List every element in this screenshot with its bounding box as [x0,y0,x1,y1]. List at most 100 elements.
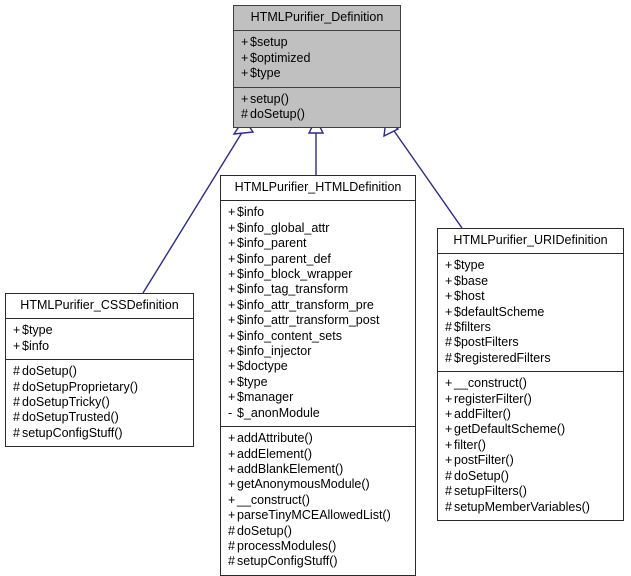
attribute-name: $type [250,66,281,81]
visibility-marker: + [228,236,236,251]
attribute-name: $setup [250,35,288,50]
visibility-marker: # [13,410,20,425]
class-box-htmldefinition[interactable]: HTMLPurifier_HTMLDefinition + $info + $inf… [220,175,416,576]
method-name: addFilter() [454,407,511,422]
visibility-marker: + [445,273,453,288]
method-row: + filter() [445,438,617,453]
method-name: registerFilter() [454,391,532,406]
method-row: # setupConfigStuff() [228,554,409,569]
method-row: # setupConfigStuff() [13,426,187,441]
visibility-marker: + [228,431,236,446]
uml-class-diagram: HTMLPurifier_Definition + $setup + $optimi… [0,0,631,576]
visibility-marker: # [13,395,20,410]
method-name: doSetup() [237,523,292,538]
method-row: + __construct() [445,376,617,391]
method-row: + getAnonymousModule() [228,477,409,492]
method-name: doSetupProprietary() [22,379,139,394]
method-row: # doSetupTrusted() [13,410,187,425]
attribute-name: $info_parent_def [237,251,331,266]
attribute-row: + $info_tag_transform [228,282,409,297]
visibility-marker: # [228,538,235,553]
visibility-marker: + [445,453,453,468]
methods-compartment-definition: + setup() # doSetup() [234,88,400,128]
class-name-definition: HTMLPurifier_Definition [250,10,384,24]
visibility-marker: # [445,484,452,499]
method-row: + addElement() [228,447,409,462]
method-row: + parseTinyMCEAllowedList() [228,508,409,523]
attribute-row: # $filters [445,320,617,335]
attributes-compartment-definition: + $setup + $optimized + $type [234,31,400,86]
visibility-marker: + [228,492,236,507]
visibility-marker: + [445,289,453,304]
method-name: doSetupTricky() [22,395,110,410]
method-name: setupFilters() [454,484,527,499]
method-name: addAttribute() [237,431,313,446]
method-row: # doSetupProprietary() [13,380,187,395]
methods-compartment-cssdefinition: # doSetup() # doSetupProprietary() # doSetu… [6,360,193,446]
visibility-marker: + [228,477,236,492]
attribute-name: $info_injector [237,344,312,359]
attribute-name: $filters [454,320,491,335]
method-name: addBlankElement() [237,461,344,476]
visibility-marker: # [13,425,20,440]
method-name: setupConfigStuff() [22,425,123,440]
visibility-marker: + [228,282,236,297]
visibility-marker: + [228,267,236,282]
attribute-name: $info [237,205,265,220]
method-name: getDefaultScheme() [454,422,566,437]
visibility-marker: # [13,364,20,379]
attribute-row: + $type [241,66,394,81]
method-row: + registerFilter() [445,392,617,407]
visibility-marker: + [228,446,236,461]
methods-compartment-uridefinition: + __construct() + registerFilter() + addFil… [438,372,623,520]
attribute-row: + $info_parent_def [228,252,409,267]
visibility-marker: # [241,107,248,122]
visibility-marker: + [228,461,236,476]
visibility-marker: + [228,390,236,405]
attribute-name: $info [22,338,50,353]
method-name: doSetup() [250,107,305,122]
visibility-marker: + [241,66,249,81]
visibility-marker: # [445,468,452,483]
attribute-name: $base [454,273,489,288]
attribute-name: $host [454,289,485,304]
attributes-compartment-cssdefinition: + $type + $info [6,319,193,359]
method-row: + addBlankElement() [228,462,409,477]
visibility-marker: + [445,407,453,422]
method-row: # doSetup() [13,364,187,379]
method-row: # doSetup() [445,469,617,484]
method-name: setupMemberVariables() [454,499,590,514]
attribute-name: $type [454,258,485,273]
visibility-marker: # [228,554,235,569]
method-name: parseTinyMCEAllowedList() [237,508,391,523]
visibility-marker: + [445,422,453,437]
attribute-name: $info_global_attr [237,220,330,235]
attribute-name: $info_tag_transform [237,282,349,297]
attribute-row: + $info [228,205,409,220]
method-name: processModules() [237,538,337,553]
attribute-name: $defaultScheme [454,304,545,319]
visibility-marker: + [228,313,236,328]
attribute-row: + $type [228,375,409,390]
attribute-row: + $info_block_wrapper [228,267,409,282]
attribute-name: $info_attr_transform_post [237,313,380,328]
attribute-row: + $info_global_attr [228,221,409,236]
visibility-marker: - [228,405,233,420]
visibility-marker: + [445,437,453,452]
class-box-definition[interactable]: HTMLPurifier_Definition + $setup + $optimi… [233,5,401,129]
attribute-row: - $_anonModule [228,406,409,421]
method-row: + addFilter() [445,407,617,422]
class-name-htmldefinition: HTMLPurifier_HTMLDefinition [234,180,402,194]
attribute-row: + $type [445,258,617,273]
class-box-cssdefinition[interactable]: HTMLPurifier_CSSDefinition + $type + $info… [5,293,194,448]
method-row: + addAttribute() [228,431,409,446]
method-name: addElement() [237,446,313,461]
class-box-uridefinition[interactable]: HTMLPurifier_URIDefinition + $type + $base… [437,228,624,521]
attributes-compartment-htmldefinition: + $info + $info_global_attr + $info_parent … [221,201,415,426]
method-name: __construct() [237,492,310,507]
method-name: getAnonymousModule() [237,477,370,492]
attribute-row: + $info [13,339,187,354]
visibility-marker: + [13,323,21,338]
visibility-marker: + [445,391,453,406]
method-row: # doSetup() [228,524,409,539]
